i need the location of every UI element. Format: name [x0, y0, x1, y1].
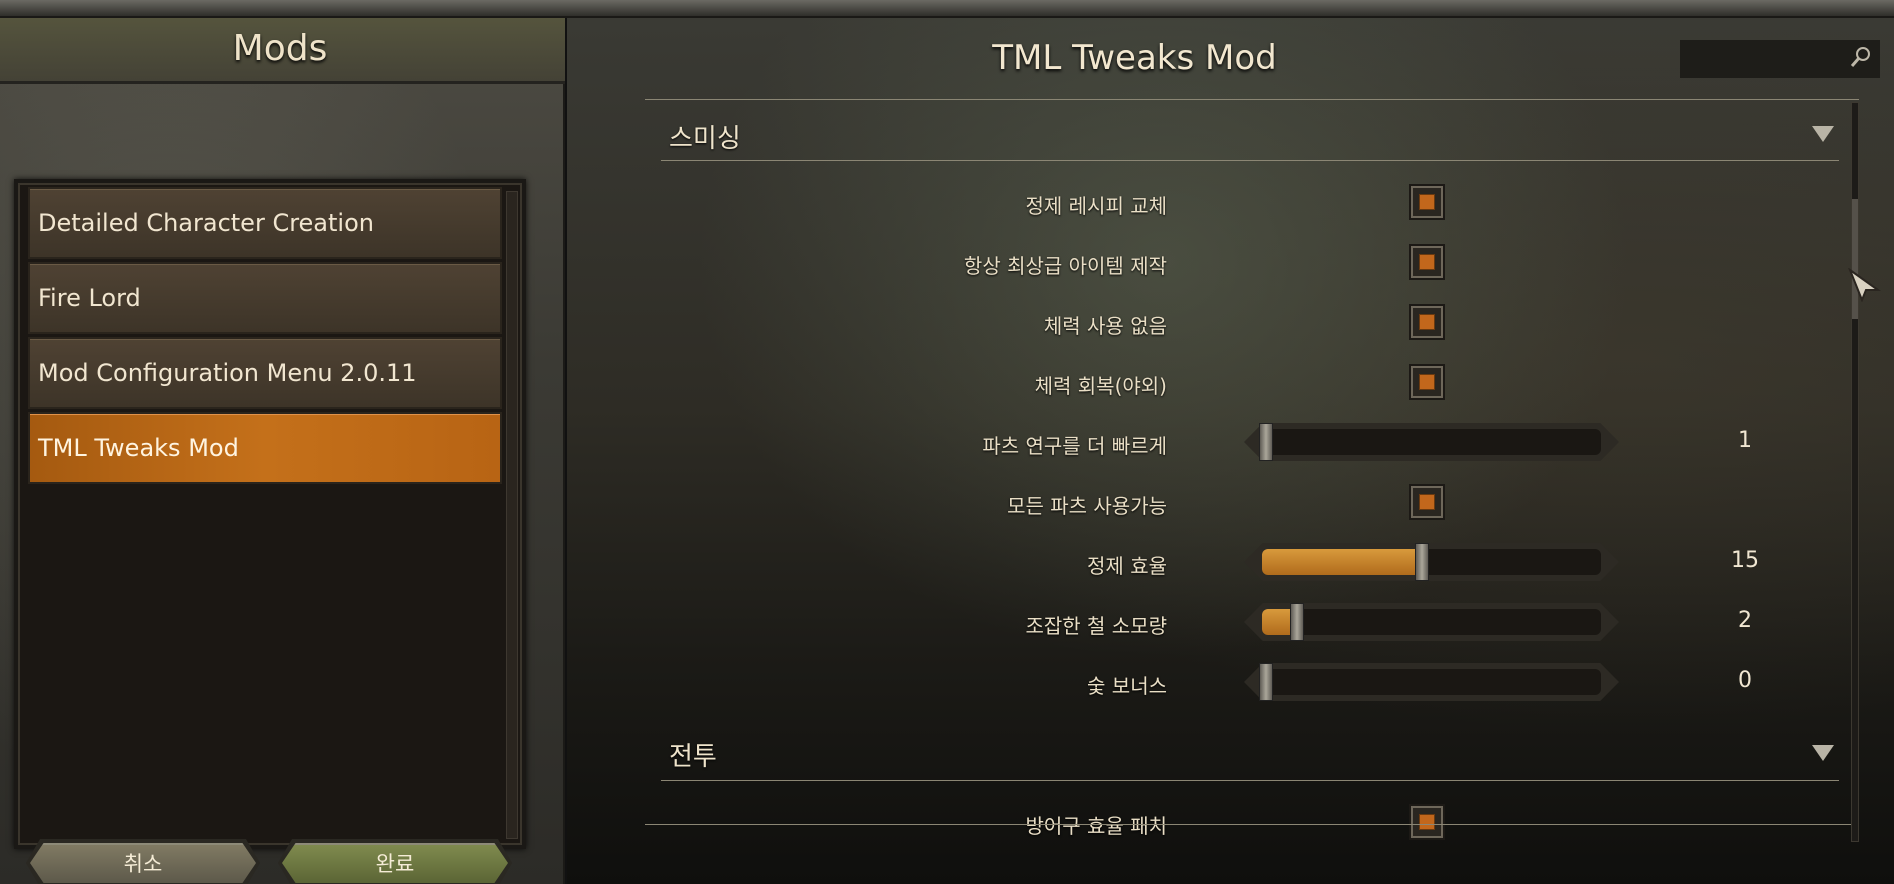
slider[interactable]	[1244, 603, 1619, 641]
mod-list-scrollbar[interactable]	[506, 191, 518, 839]
collapse-arrow-icon[interactable]	[1812, 745, 1834, 761]
checkbox[interactable]	[1411, 366, 1443, 398]
slider-value: 0	[1738, 668, 1752, 693]
setting-label: 체력 사용 없음	[1043, 314, 1167, 338]
slider-fill	[1262, 609, 1293, 635]
checkbox-checked-mark	[1419, 814, 1435, 830]
mod-list: Detailed Character Creation Fire Lord Mo…	[14, 179, 526, 849]
section-divider	[661, 780, 1839, 781]
slider-handle[interactable]	[1259, 423, 1273, 461]
checkbox-checked-mark	[1419, 314, 1435, 330]
mods-header: Mods	[0, 18, 565, 84]
checkbox[interactable]	[1411, 806, 1443, 838]
mods-title: Mods	[232, 28, 328, 69]
done-button[interactable]: 완료	[282, 843, 508, 883]
mod-item-mod-configuration-menu[interactable]: Mod Configuration Menu 2.0.11	[28, 337, 502, 409]
mod-settings-title: TML Tweaks Mod	[992, 38, 1277, 78]
scroll-clip: 방어구 효율 패치	[567, 800, 1857, 842]
setting-label: 파츠 연구를 더 빠르게	[982, 434, 1167, 458]
setting-label: 숯 보너스	[1087, 674, 1167, 698]
mod-settings-panel: TML Tweaks Mod 스미싱 정제 레시피 교체 항상 최상급 아이템 …	[567, 18, 1894, 884]
section-title-smithing[interactable]: 스미싱	[669, 118, 741, 155]
mod-item-fire-lord[interactable]: Fire Lord	[28, 262, 502, 334]
setting-label: 모든 파츠 사용가능	[1007, 494, 1167, 518]
title-divider	[645, 99, 1859, 100]
mouse-cursor-icon	[1848, 268, 1882, 302]
mod-item-detailed-character-creation[interactable]: Detailed Character Creation	[28, 187, 502, 259]
mods-panel: Mods Detailed Character Creation Fire Lo…	[0, 18, 565, 884]
cancel-button[interactable]: 취소	[30, 843, 256, 883]
slider-track	[1262, 549, 1601, 575]
slider-value: 15	[1731, 548, 1759, 573]
slider[interactable]	[1244, 543, 1619, 581]
collapse-arrow-icon[interactable]	[1812, 126, 1834, 142]
search-icon[interactable]	[1850, 46, 1872, 68]
setting-label: 정제 효율	[1087, 554, 1167, 578]
setting-label: 정제 레시피 교체	[1025, 194, 1167, 218]
slider-fill	[1262, 549, 1418, 575]
setting-label: 항상 최상급 아이템 제작	[963, 254, 1167, 278]
slider-handle[interactable]	[1289, 603, 1304, 641]
checkbox[interactable]	[1411, 486, 1443, 518]
slider-track	[1262, 669, 1601, 695]
search-input[interactable]	[1680, 40, 1880, 78]
mod-item-tml-tweaks-mod[interactable]: TML Tweaks Mod	[28, 412, 502, 484]
checkbox[interactable]	[1411, 186, 1443, 218]
bottom-divider	[645, 824, 1859, 825]
slider[interactable]	[1244, 423, 1619, 461]
slider-handle[interactable]	[1259, 663, 1273, 701]
slider-value: 2	[1738, 608, 1752, 633]
setting-label: 조잡한 철 소모량	[1025, 614, 1167, 638]
slider[interactable]	[1244, 663, 1619, 701]
setting-label: 체력 회복(야외)	[1034, 374, 1167, 398]
section-divider	[661, 160, 1839, 161]
checkbox-checked-mark	[1419, 254, 1435, 270]
checkbox-checked-mark	[1419, 494, 1435, 510]
top-border	[0, 0, 1894, 18]
settings-scrollbar[interactable]	[1851, 102, 1859, 842]
slider-value: 1	[1738, 428, 1752, 453]
checkbox[interactable]	[1411, 246, 1443, 278]
checkbox-checked-mark	[1419, 194, 1435, 210]
checkbox[interactable]	[1411, 306, 1443, 338]
slider-track	[1262, 429, 1601, 455]
section-title-combat[interactable]: 전투	[669, 736, 717, 773]
checkbox-checked-mark	[1419, 374, 1435, 390]
slider-track	[1262, 609, 1601, 635]
slider-handle[interactable]	[1414, 543, 1429, 581]
